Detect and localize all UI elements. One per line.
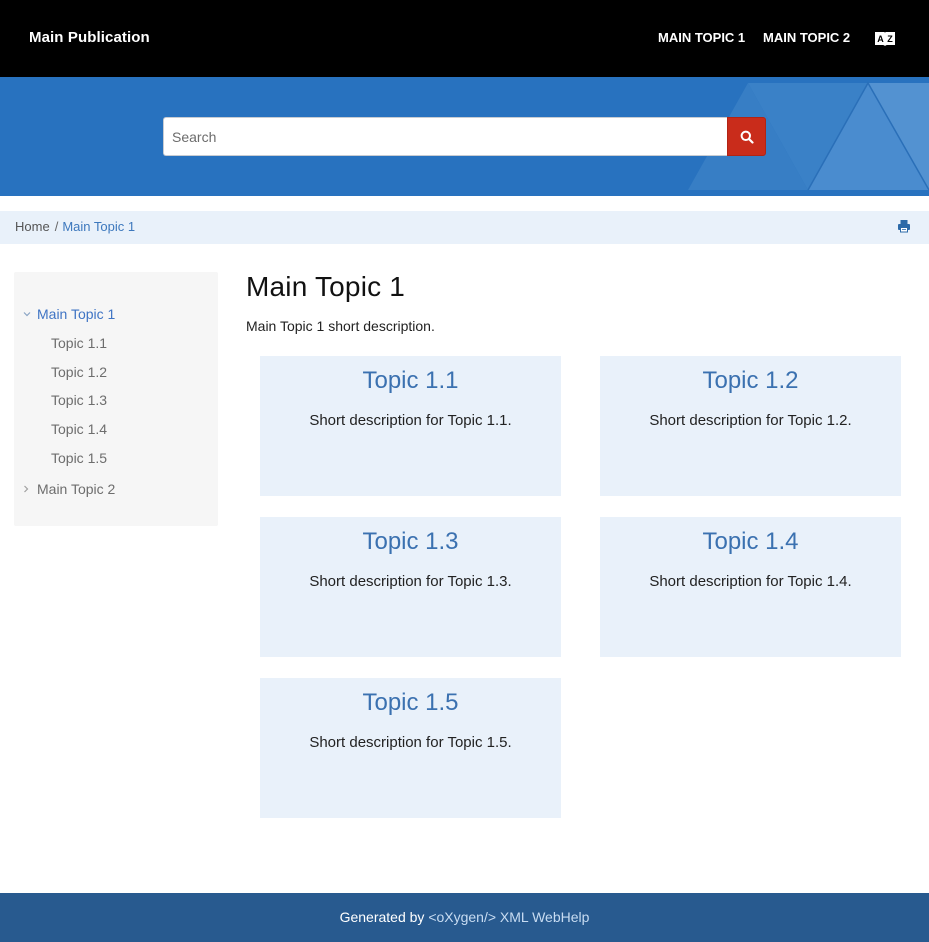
toc-item-main-topic-1[interactable]: Main Topic 1 <box>37 306 115 322</box>
publication-title[interactable]: Main Publication <box>29 29 150 46</box>
topic-card-description: Short description for Topic 1.3. <box>309 573 512 590</box>
print-icon[interactable] <box>897 219 911 235</box>
topic-card-title[interactable]: Topic 1.5 <box>260 689 561 717</box>
breadcrumb-current[interactable]: Main Topic 1 <box>62 219 135 234</box>
nav-item-main-topic-2[interactable]: MAIN TOPIC 2 <box>763 30 850 45</box>
search-icon <box>740 130 754 144</box>
svg-text:Z: Z <box>887 34 893 44</box>
topic-card-description: Short description for Topic 1.5. <box>309 734 512 751</box>
search-button[interactable] <box>727 117 766 156</box>
breadcrumb-bar: Home / Main Topic 1 <box>0 211 929 244</box>
chevron-down-icon[interactable] <box>22 309 32 319</box>
search-box <box>163 117 766 156</box>
toc-item-topic-1-3[interactable]: Topic 1.3 <box>51 392 107 408</box>
topic-card-1-5[interactable]: Topic 1.5 Short description for Topic 1.… <box>260 678 561 818</box>
svg-text:A: A <box>877 34 884 44</box>
toc-item-topic-1-2[interactable]: Topic 1.2 <box>51 364 107 380</box>
toc-item-topic-1-5[interactable]: Topic 1.5 <box>51 450 107 466</box>
breadcrumb-home[interactable]: Home <box>15 219 50 234</box>
toc-sidebar: Main Topic 1 Topic 1.1 Topic 1.2 Topic 1… <box>14 272 218 526</box>
topic-card-1-4[interactable]: Topic 1.4 Short description for Topic 1.… <box>600 517 901 657</box>
toc-item-topic-1-1[interactable]: Topic 1.1 <box>51 335 107 351</box>
topic-card-title[interactable]: Topic 1.1 <box>260 367 561 395</box>
book-az-icon[interactable]: A Z <box>874 30 896 47</box>
chevron-right-icon[interactable] <box>21 484 31 494</box>
topic-card-1-3[interactable]: Topic 1.3 Short description for Topic 1.… <box>260 517 561 657</box>
nav-item-main-topic-1[interactable]: MAIN TOPIC 1 <box>658 30 745 45</box>
top-navbar: Main Publication MAIN TOPIC 1 MAIN TOPIC… <box>0 0 929 77</box>
topic-card-title[interactable]: Topic 1.4 <box>600 528 901 556</box>
footer: Generated by <oXygen/> XML WebHelp <box>0 893 929 942</box>
toc-item-main-topic-2[interactable]: Main Topic 2 <box>37 481 115 497</box>
search-banner <box>0 77 929 196</box>
footer-link[interactable]: <oXygen/> XML WebHelp <box>428 909 589 925</box>
topic-card-description: Short description for Topic 1.1. <box>309 412 512 429</box>
toc-item-topic-1-4[interactable]: Topic 1.4 <box>51 421 107 437</box>
topic-card-1-1[interactable]: Topic 1.1 Short description for Topic 1.… <box>260 356 561 496</box>
breadcrumb: Home / Main Topic 1 <box>15 219 135 234</box>
footer-prefix: Generated by <box>339 909 429 925</box>
page-description: Main Topic 1 short description. <box>246 318 435 334</box>
topic-card-description: Short description for Topic 1.4. <box>649 573 852 590</box>
page-title: Main Topic 1 <box>246 271 406 302</box>
breadcrumb-separator: / <box>54 219 59 234</box>
footer-text: Generated by <oXygen/> XML WebHelp <box>0 909 929 925</box>
topic-card-1-2[interactable]: Topic 1.2 Short description for Topic 1.… <box>600 356 901 496</box>
topic-card-description: Short description for Topic 1.2. <box>649 412 852 429</box>
search-input[interactable] <box>163 117 728 156</box>
topic-card-title[interactable]: Topic 1.2 <box>600 367 901 395</box>
topic-card-title[interactable]: Topic 1.3 <box>260 528 561 556</box>
